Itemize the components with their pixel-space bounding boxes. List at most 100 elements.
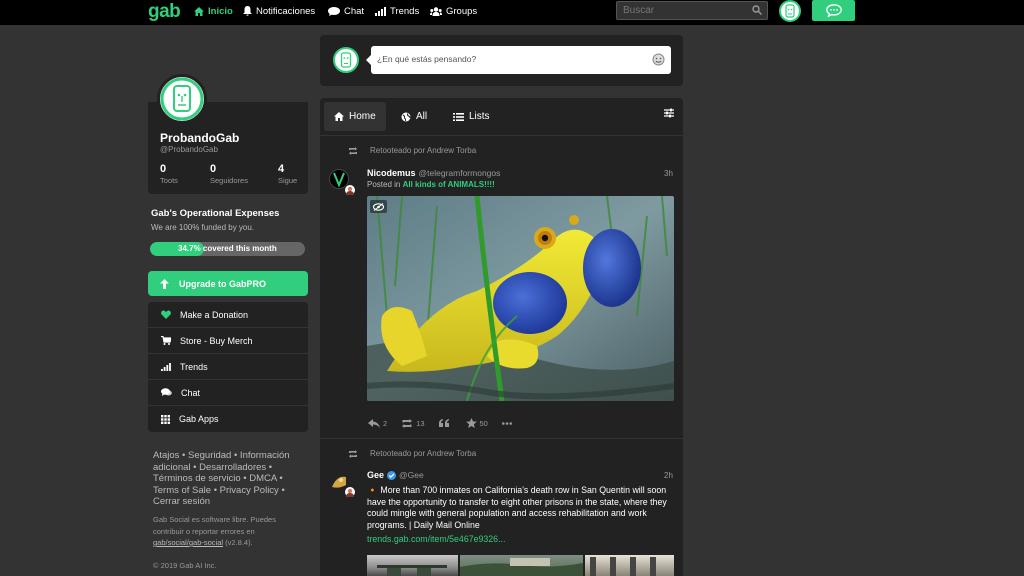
trends-icon — [375, 6, 386, 16]
source-link[interactable]: gab/social/gab-social — [153, 538, 223, 547]
profile-avatar[interactable] — [157, 74, 207, 124]
menu-item-label: Make a Donation — [180, 309, 249, 320]
menu-item-label: Trends — [180, 361, 208, 372]
repost-icon — [349, 146, 357, 155]
post-1-group-link[interactable]: All kinds of ANIMALS!!!! — [403, 180, 495, 189]
post-1-action-bar: 2 13 50 — [368, 416, 529, 430]
compose-button[interactable] — [812, 0, 855, 21]
stat-sigue[interactable]: 4 Sigue — [278, 163, 297, 185]
nav-chat[interactable]: Chat — [328, 0, 364, 22]
trends-icon — [161, 362, 171, 371]
reply-icon — [368, 418, 380, 428]
filter-sliders-icon[interactable] — [664, 108, 674, 118]
post-1-like-button[interactable]: 50 — [465, 418, 488, 428]
tab-lists[interactable]: Lists — [443, 102, 500, 131]
post-1-reply-count: 2 — [383, 418, 388, 428]
menu-item-chat[interactable]: Chat — [148, 380, 308, 406]
post-1-time[interactable]: 3h — [664, 169, 673, 178]
groups-icon — [430, 6, 442, 16]
user-avatar[interactable] — [779, 0, 801, 22]
nav-inicio-label: Inicio — [208, 5, 233, 17]
tab-home-label: Home — [349, 111, 376, 122]
nav-notificaciones-label: Notificaciones — [256, 5, 316, 17]
chat-icon — [328, 6, 340, 16]
tab-all-label: All — [416, 111, 428, 122]
nav-chat-label: Chat — [344, 5, 365, 17]
post-2-image-thumbnail[interactable] — [460, 555, 583, 576]
menu-item-donation[interactable]: Make a Donation — [148, 302, 308, 328]
bell-icon — [243, 6, 252, 16]
post-2-text: 🔸 More than 700 inmates on California's … — [367, 485, 667, 530]
compose-input[interactable]: ¿En qué estás pensando? — [366, 46, 671, 74]
arrow-up-icon — [160, 278, 169, 289]
post-1-author[interactable]: Nicodemus @telegramformongos — [367, 168, 500, 178]
more-dots-icon — [501, 421, 512, 425]
compose-chat-icon — [825, 4, 842, 17]
tab-home[interactable]: Home — [324, 102, 386, 131]
post-2-reposter-avatar[interactable] — [344, 486, 356, 498]
post-1-author-name[interactable]: Nicodemus — [367, 168, 416, 178]
nav-notificaciones[interactable]: Notificaciones — [243, 0, 315, 22]
tab-lists-label: Lists — [469, 111, 490, 122]
funding-progress-bar[interactable]: 34.7% covered this month — [150, 242, 305, 256]
post-2-image-thumbnail[interactable] — [367, 555, 458, 576]
post-1-posted-in: Posted in All kinds of ANIMALS!!!! — [367, 180, 495, 189]
repost-icon — [402, 418, 413, 428]
profile-handle: @ProbandoGab — [160, 145, 218, 154]
footer-links[interactable]: Atajos • Seguridad • Información adicion… — [153, 450, 303, 508]
post-1-repost-button[interactable]: 13 — [401, 418, 425, 428]
hide-media-button[interactable] — [370, 200, 387, 213]
gab-logo[interactable]: gab — [148, 1, 181, 23]
post-2-image-thumbnail[interactable] — [585, 555, 674, 576]
upgrade-label: Upgrade to GabPRO — [179, 278, 267, 289]
star-icon — [465, 418, 477, 428]
globe-icon — [401, 112, 411, 121]
list-icon — [453, 112, 464, 121]
search-input[interactable] — [616, 1, 768, 20]
post-1-quote-button[interactable] — [438, 419, 452, 427]
emoji-icon[interactable] — [652, 53, 665, 66]
compose-card: ¿En qué estás pensando? — [320, 35, 683, 86]
upgrade-gabpro-button[interactable]: Upgrade to GabPRO — [148, 271, 308, 296]
repost-icon — [349, 449, 357, 458]
chat-icon — [161, 388, 172, 396]
stat-seguidores-label: Seguidores — [210, 176, 248, 185]
post-2-time[interactable]: 2h — [664, 471, 673, 480]
post-1-repost-count: 13 — [416, 418, 425, 428]
cart-icon — [161, 336, 171, 345]
eye-slash-icon — [373, 202, 384, 211]
post-2-author-name[interactable]: Gee — [367, 470, 384, 480]
quote-icon — [438, 419, 449, 427]
home-icon — [194, 6, 204, 16]
menu-item-store[interactable]: Store - Buy Merch — [148, 328, 308, 354]
post-1-image-frog[interactable] — [367, 196, 674, 401]
stat-seguidores[interactable]: 0 Seguidores — [210, 163, 248, 185]
post-2-link[interactable]: trends.gab.com/item/5e467e9326... — [367, 534, 505, 544]
tab-all[interactable]: All — [391, 102, 437, 131]
compose-avatar — [333, 47, 359, 73]
menu-item-gab-apps[interactable]: Gab Apps — [148, 406, 308, 432]
apps-grid-icon — [161, 414, 170, 424]
menu-item-trends[interactable]: Trends — [148, 354, 308, 380]
post-1-reply-button[interactable]: 2 — [368, 418, 388, 428]
post-2-image-previews[interactable] — [367, 555, 674, 576]
post-1-more-button[interactable] — [501, 421, 515, 425]
nav-groups[interactable]: Groups — [430, 0, 477, 22]
copyright: © 2019 Gab AI Inc. — [153, 561, 217, 570]
post-1-like-count: 50 — [479, 418, 488, 428]
nav-trends[interactable]: Trends — [375, 0, 419, 22]
profile-name[interactable]: ProbandoGab — [160, 131, 239, 145]
profile-card: ProbandoGab @ProbandoGab 0 Toots 0 Segui… — [148, 35, 308, 194]
post-1-reposter-avatar[interactable] — [344, 184, 356, 196]
retooted-by-1: Retooteado por Andrew Torba — [348, 146, 476, 155]
nav-inicio[interactable]: Inicio — [194, 0, 233, 22]
stat-toots[interactable]: 0 Toots — [160, 163, 178, 185]
nav-trends-label: Trends — [390, 5, 420, 17]
menu-item-label: Store - Buy Merch — [180, 335, 253, 346]
search-icon[interactable] — [752, 5, 762, 15]
post-2-author[interactable]: Gee @Gee — [367, 470, 424, 480]
stat-sigue-label: Sigue — [278, 176, 298, 185]
feed-tabs-divider — [320, 135, 683, 136]
stat-toots-label: Toots — [160, 176, 178, 185]
home-icon — [334, 112, 344, 121]
